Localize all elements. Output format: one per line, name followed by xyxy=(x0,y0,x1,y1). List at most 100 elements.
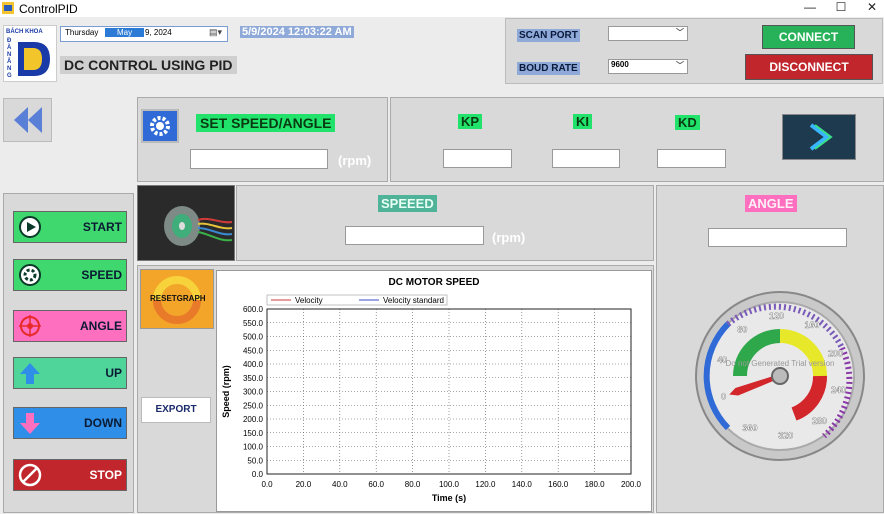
up-button[interactable]: UP xyxy=(13,357,127,389)
speed-button[interactable]: SPEED xyxy=(13,259,127,291)
y-tick-label: 300.0 xyxy=(243,388,264,397)
baud-rate-select[interactable]: 9600 ﹀ xyxy=(608,59,688,74)
settings-button[interactable] xyxy=(141,109,179,143)
y-tick-label: 500.0 xyxy=(243,333,264,342)
kd-input[interactable] xyxy=(657,149,726,168)
setpoint-label: SET SPEED/ANGLE xyxy=(196,114,336,132)
baud-rate-label: BOUD RATE xyxy=(517,62,580,75)
connect-button[interactable]: CONNECT xyxy=(762,25,855,49)
y-tick-label: 50.0 xyxy=(247,456,263,465)
x-tick-label: 140.0 xyxy=(512,480,533,489)
angle-button-label: ANGLE xyxy=(80,319,122,333)
logo-text-top: BÁCH KHOA xyxy=(6,29,43,35)
gauge-watermark: Do not Generated Trial version xyxy=(726,359,835,368)
disconnect-button[interactable]: DISCONNECT xyxy=(745,54,873,80)
minimize-button[interactable]: — xyxy=(795,0,825,17)
maximize-button[interactable]: ☐ xyxy=(826,0,856,17)
back-button[interactable] xyxy=(3,98,52,142)
speed-panel: SPEEED (rpm) xyxy=(236,185,654,261)
speed-unit: (rpm) xyxy=(492,230,526,245)
y-tick-label: 600.0 xyxy=(243,305,264,314)
motor-image xyxy=(137,185,235,261)
gauge-tick: 280 xyxy=(812,416,827,426)
arrow-up-icon xyxy=(20,363,40,384)
baud-rate-value: 9600 xyxy=(611,60,629,69)
speed-chart: DC MOTOR SPEED Velocity Velocity standard… xyxy=(216,270,652,512)
setpoint-panel: SET SPEED/ANGLE (rpm) xyxy=(137,97,388,182)
chart-grid xyxy=(266,308,632,475)
ki-input[interactable] xyxy=(552,149,620,168)
scan-port-select[interactable]: ﹀ xyxy=(608,26,688,41)
calendar-icon[interactable]: ▤▾ xyxy=(209,27,222,38)
play-icon xyxy=(19,216,41,238)
rewind-icon xyxy=(14,107,42,133)
down-button[interactable]: DOWN xyxy=(13,407,127,439)
angle-button[interactable]: ANGLE xyxy=(13,310,127,342)
date-picker[interactable]: Thursday May 9, 2024 ▤▾ xyxy=(60,26,228,42)
legend-entry: Velocity xyxy=(295,296,323,305)
gauge-tick: 160 xyxy=(804,320,819,330)
port-panel: SCAN PORT ﹀ BOUD RATE 9600 ﹀ CONNECT DIS… xyxy=(505,18,883,84)
x-axis-label: Time (s) xyxy=(432,493,466,503)
date-day: 9, 2024 xyxy=(145,28,172,37)
angle-readout-label: ANGLE xyxy=(745,195,797,212)
setpoint-input[interactable] xyxy=(190,149,328,169)
kp-input[interactable] xyxy=(443,149,512,168)
up-label: UP xyxy=(105,366,122,380)
setpoint-unit: (rpm) xyxy=(338,153,372,168)
reset-graph-label: RESETGRAPH xyxy=(150,294,206,303)
kp-label: KP xyxy=(458,114,483,129)
y-axis-label: Speed (rpm) xyxy=(221,365,231,418)
logo: BÁCH KHOA ĐÀ NẴNG xyxy=(3,25,57,82)
y-tick-label: 100.0 xyxy=(243,443,264,452)
stop-label: STOP xyxy=(89,468,122,482)
ki-label: KI xyxy=(573,114,592,129)
start-label: START xyxy=(82,220,122,234)
x-tick-label: 0.0 xyxy=(261,480,273,489)
x-tick-label: 40.0 xyxy=(332,480,348,489)
apply-pid-button[interactable] xyxy=(782,114,856,160)
y-tick-label: 550.0 xyxy=(243,319,264,328)
gauge-tick: 320 xyxy=(778,431,793,441)
x-tick-label: 100.0 xyxy=(439,480,460,489)
chevron-down-icon: ﹀ xyxy=(676,28,684,37)
clock-label: 5/9/2024 12:03:22 AM xyxy=(240,26,354,38)
angle-panel: ANGLE 0 40 80 120 160 200 240 280 320 360 Do not … xyxy=(656,185,884,513)
pid-panel: KP KI KD xyxy=(390,97,884,182)
down-label: DOWN xyxy=(84,416,122,430)
logo-text-side: ĐÀ NẴNG xyxy=(7,38,12,79)
y-tick-label: 250.0 xyxy=(243,401,264,410)
x-tick-label: 160.0 xyxy=(548,480,569,489)
close-button[interactable]: ✕ xyxy=(857,0,884,17)
x-tick-label: 80.0 xyxy=(405,480,421,489)
y-tick-label: 0.0 xyxy=(252,470,264,479)
next-arrow-icon xyxy=(809,123,833,151)
gauge-tick: 360 xyxy=(742,423,757,433)
export-button[interactable]: EXPORT xyxy=(141,397,211,423)
date-month[interactable]: May xyxy=(105,28,145,37)
x-tick-label: 120.0 xyxy=(475,480,496,489)
gauge-tick: 80 xyxy=(737,324,747,334)
x-axis-ticks: 0.0 20.0 40.0 60.0 80.0 100.0 120.0 140.0 160.0 1… xyxy=(261,480,641,489)
x-tick-label: 20.0 xyxy=(296,480,312,489)
date-weekday: Thursday xyxy=(65,28,99,37)
legend-entry: Velocity standard xyxy=(383,296,444,305)
reset-graph-button[interactable]: RESETGRAPH xyxy=(140,269,214,329)
kd-label: KD xyxy=(675,115,700,130)
speed-label: SPEED xyxy=(81,268,122,282)
y-tick-label: 400.0 xyxy=(243,360,264,369)
chart-title: DC MOTOR SPEED xyxy=(389,277,480,288)
stop-button[interactable]: STOP xyxy=(13,459,127,491)
page-title: DC CONTROL USING PID xyxy=(60,56,237,74)
y-axis-ticks: 0.0 50.0 100.0 150.0 200.0 250.0 300.0 350.0 400… xyxy=(243,305,264,479)
angle-output xyxy=(708,228,847,247)
gauge-tick: 240 xyxy=(831,385,846,395)
chart-legend: Velocity Velocity standard xyxy=(266,294,448,306)
x-tick-label: 60.0 xyxy=(368,480,384,489)
y-tick-label: 350.0 xyxy=(243,374,264,383)
chevron-down-icon: ﹀ xyxy=(676,61,684,70)
scan-port-label: SCAN PORT xyxy=(517,29,580,42)
x-tick-label: 180.0 xyxy=(585,480,606,489)
chart-canvas: DC MOTOR SPEED Velocity Velocity standard… xyxy=(221,277,642,503)
start-button[interactable]: START xyxy=(13,211,127,243)
